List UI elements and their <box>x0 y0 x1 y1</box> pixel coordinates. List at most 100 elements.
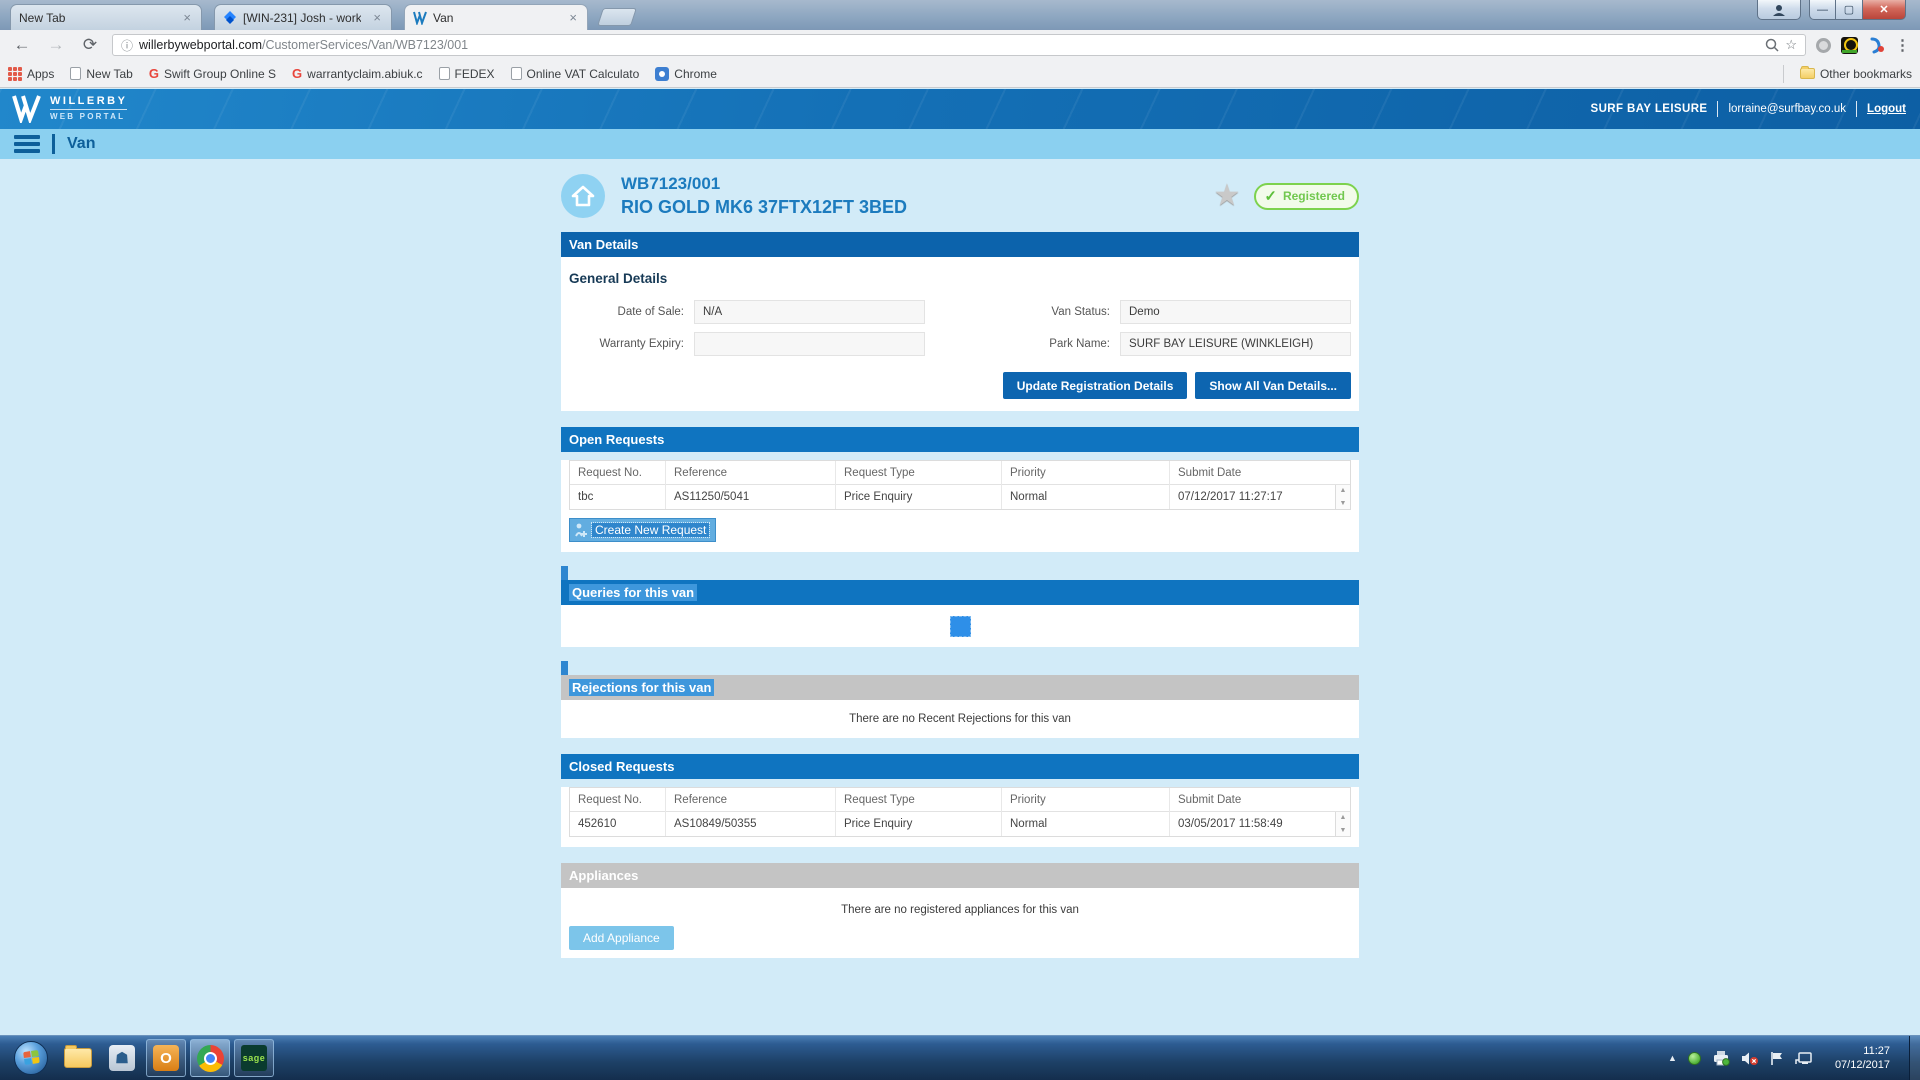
column-header[interactable]: Priority <box>1002 461 1170 485</box>
scroll-down-icon[interactable]: ▼ <box>1340 500 1347 507</box>
taskbar-chrome[interactable] <box>190 1039 230 1077</box>
logout-link[interactable]: Logout <box>1867 103 1906 115</box>
table-row[interactable]: tbc AS11250/5041 Price Enquiry Normal 07… <box>570 485 1350 509</box>
printer-icon[interactable] <box>1712 1050 1730 1066</box>
appliances-empty-text: There are no registered appliances for t… <box>569 904 1351 916</box>
column-header[interactable]: Reference <box>666 788 836 812</box>
queries-title: Queries for this van <box>569 584 697 601</box>
bookmark-warrantyclaim[interactable]: G warrantyclaim.abiuk.c <box>292 66 423 81</box>
url-path: /CustomerServices/Van/WB7123/001 <box>262 38 468 52</box>
close-button[interactable]: ✕ <box>1862 0 1906 20</box>
extension-ring-icon[interactable] <box>1816 38 1831 53</box>
start-button[interactable] <box>14 1041 48 1075</box>
action-center-flag-icon[interactable] <box>1770 1051 1784 1066</box>
column-header[interactable]: Request Type <box>836 461 1002 485</box>
rejections-panel: Rejections for this van There are no Rec… <box>561 675 1359 738</box>
search-icon[interactable] <box>1765 38 1779 52</box>
cell-reference: AS10849/50355 <box>666 812 836 836</box>
minimize-button[interactable]: — <box>1809 0 1835 20</box>
tab-close-icon[interactable]: × <box>371 11 383 24</box>
other-bookmarks-button[interactable]: Other bookmarks <box>1800 67 1912 81</box>
refresh-icon[interactable]: ⟳ <box>78 35 102 55</box>
table-row[interactable]: 452610 AS10849/50355 Price Enquiry Norma… <box>570 812 1350 836</box>
loading-square <box>950 616 971 637</box>
bookmark-fedex[interactable]: FEDEX <box>439 67 495 81</box>
tab-new-tab[interactable]: New Tab × <box>10 4 202 30</box>
create-new-request-button[interactable]: Create New Request <box>569 518 716 542</box>
system-tray: ▲ 11:27 07/12/2017 <box>1668 1036 1914 1080</box>
cell-request-type: Price Enquiry <box>836 812 1002 836</box>
closed-requests-header: Closed Requests <box>561 754 1359 779</box>
tab-jira[interactable]: [WIN-231] Josh - worksh × <box>214 4 392 30</box>
taskbar-explorer[interactable] <box>58 1039 98 1077</box>
column-header[interactable]: Submit Date <box>1170 461 1350 485</box>
queries-header: Queries for this van <box>561 580 1359 605</box>
column-header[interactable]: Request No. <box>570 788 666 812</box>
cell-priority: Normal <box>1002 812 1170 836</box>
tab-title: Van <box>433 11 453 25</box>
chrome-menu-icon[interactable]: ⋮ <box>1895 36 1910 54</box>
scroll-up-icon[interactable]: ▲ <box>1340 814 1347 821</box>
bookmarks-divider <box>1783 65 1784 83</box>
norton-extension-icon[interactable] <box>1841 37 1858 54</box>
closed-requests-table: Request No. Reference Request Type Prior… <box>569 787 1351 837</box>
bookmark-swift-group[interactable]: G Swift Group Online S <box>149 66 276 81</box>
add-appliance-button[interactable]: Add Appliance <box>569 926 674 950</box>
page-info-icon[interactable]: ⓘ <box>121 37 133 54</box>
column-header[interactable]: Priority <box>1002 788 1170 812</box>
favourite-star-icon[interactable]: ★ <box>1213 181 1240 211</box>
table-scroll-spinner[interactable]: ▲ ▼ <box>1335 485 1350 509</box>
forward-icon[interactable]: → <box>44 35 68 55</box>
show-desktop-button[interactable] <box>1909 1036 1920 1080</box>
update-registration-button[interactable]: Update Registration Details <box>1003 372 1188 399</box>
taskbar-clock[interactable]: 11:27 07/12/2017 <box>1835 1044 1890 1072</box>
taskbar-sage[interactable]: sage <box>234 1039 274 1077</box>
profile-button[interactable] <box>1757 0 1801 20</box>
phone-extension-icon[interactable] <box>1868 37 1885 54</box>
bookmark-apps[interactable]: Apps <box>8 67 54 81</box>
van-details-header: Van Details <box>561 232 1359 257</box>
new-tab-button[interactable] <box>597 8 637 26</box>
back-icon[interactable]: ← <box>10 35 34 55</box>
create-request-icon <box>574 522 588 538</box>
tab-close-icon[interactable]: × <box>181 11 193 24</box>
open-requests-title: Open Requests <box>569 432 664 447</box>
column-header[interactable]: Submit Date <box>1170 788 1350 812</box>
network-icon[interactable] <box>1795 1051 1812 1066</box>
show-all-van-details-button[interactable]: Show All Van Details... <box>1195 372 1351 399</box>
scroll-down-icon[interactable]: ▼ <box>1340 827 1347 834</box>
bookmark-chrome[interactable]: Chrome <box>655 67 717 81</box>
tab-close-icon[interactable]: × <box>567 11 579 24</box>
tab-van[interactable]: Van × <box>404 4 588 30</box>
taskbar-app[interactable]: ☗ <box>102 1039 142 1077</box>
screen: New Tab × [WIN-231] Josh - worksh × Van … <box>0 0 1920 1080</box>
volume-muted-icon[interactable] <box>1741 1051 1759 1066</box>
scroll-up-icon[interactable]: ▲ <box>1340 487 1347 494</box>
willerby-w-icon <box>12 93 42 123</box>
chrome-bookmark-icon <box>655 67 669 81</box>
tray-status-icon[interactable] <box>1688 1052 1701 1065</box>
hamburger-menu-icon[interactable] <box>14 135 40 153</box>
bookmark-vat-calculator[interactable]: Online VAT Calculato <box>511 67 640 81</box>
taskbar-outlook[interactable]: O <box>146 1039 186 1077</box>
table-scroll-spinner[interactable]: ▲ ▼ <box>1335 812 1350 836</box>
tray-expand-icon[interactable]: ▲ <box>1668 1053 1677 1063</box>
check-icon: ✓ <box>1264 187 1277 205</box>
folder-icon <box>64 1048 92 1068</box>
url-domain: willerbywebportal.com <box>139 38 262 52</box>
column-header[interactable]: Reference <box>666 461 836 485</box>
column-header[interactable]: Request No. <box>570 461 666 485</box>
maximize-button[interactable]: ▢ <box>1835 0 1862 20</box>
rejections-title: Rejections for this van <box>569 679 714 696</box>
cell-submit-date: 07/12/2017 11:27:17 <box>1170 485 1350 509</box>
google-g-icon: G <box>292 66 302 81</box>
bookmark-star-icon[interactable]: ☆ <box>1785 37 1797 53</box>
queries-panel: Queries for this van <box>561 580 1359 647</box>
bookmark-new-tab[interactable]: New Tab <box>70 67 132 81</box>
column-header[interactable]: Request Type <box>836 788 1002 812</box>
extension-icons: ⋮ <box>1816 36 1910 54</box>
person-icon <box>1772 4 1786 16</box>
willerby-logo[interactable]: WILLERBY WEB PORTAL <box>12 93 127 123</box>
sage-icon: sage <box>241 1045 267 1071</box>
address-bar[interactable]: ⓘ willerbywebportal.com/CustomerServices… <box>112 34 1806 56</box>
